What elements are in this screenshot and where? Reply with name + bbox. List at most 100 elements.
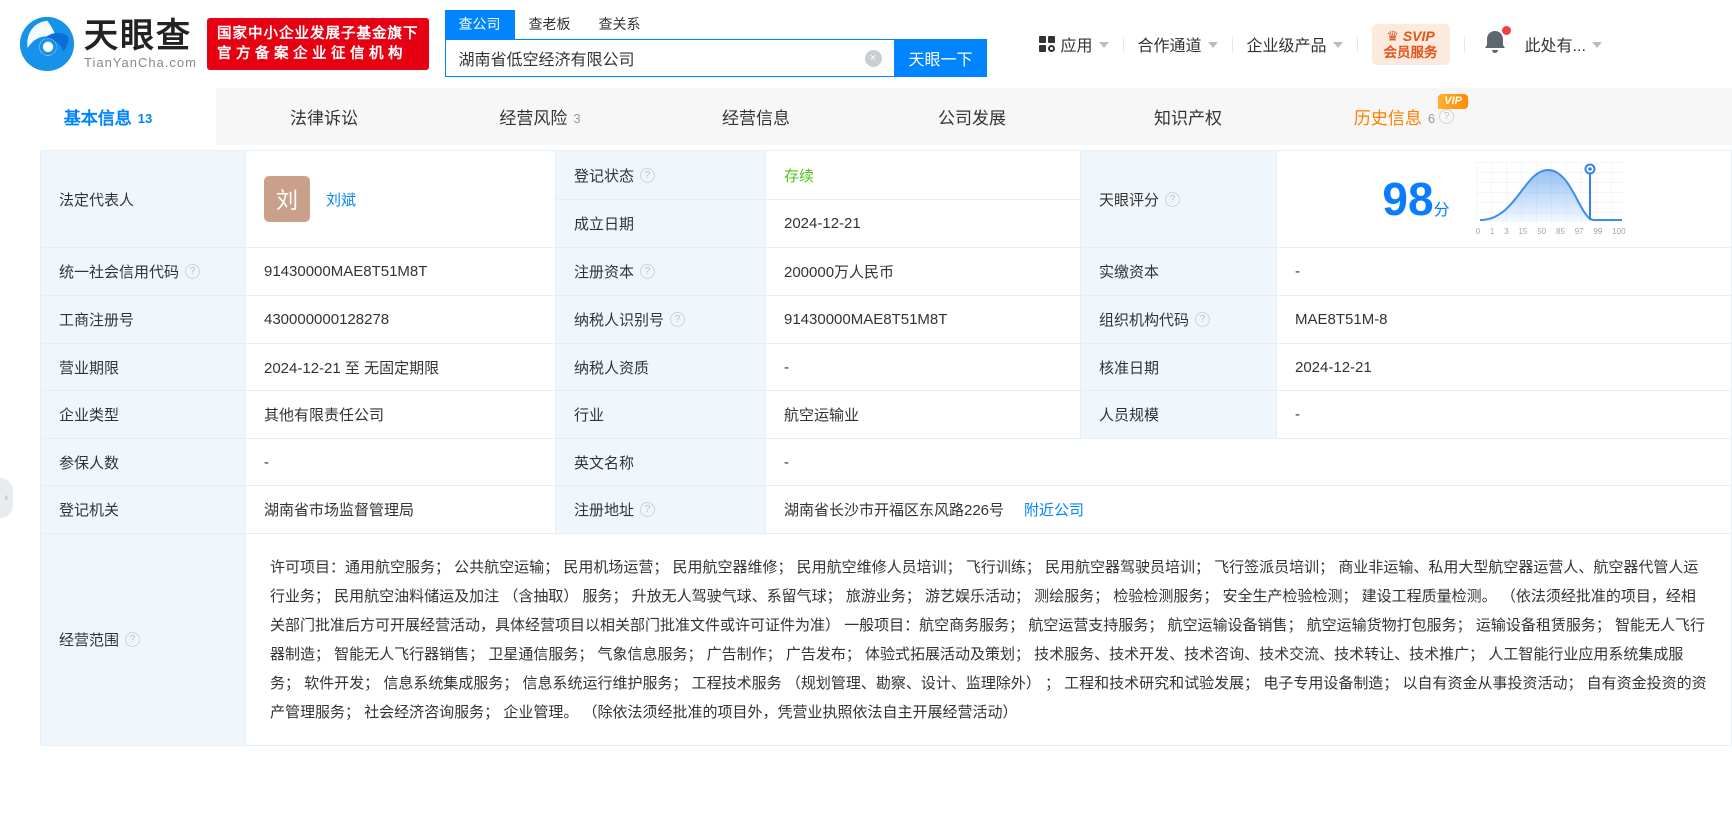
crown-icon: ♛ bbox=[1386, 27, 1399, 44]
tab-label: 法律诉讼 bbox=[290, 109, 358, 128]
divider bbox=[1231, 36, 1233, 52]
tab-company-development[interactable]: 公司发展 bbox=[864, 88, 1080, 145]
field-value: 91430000MAE8T51M8T bbox=[264, 263, 428, 280]
user-menu[interactable]: 此处有... bbox=[1525, 32, 1602, 56]
field-label: 工商注册号 bbox=[59, 312, 135, 329]
business-term-value-cell: 2024-12-21 至 无固定期限 bbox=[246, 344, 556, 391]
search-tab-boss[interactable]: 查老板 bbox=[515, 10, 585, 39]
notification-bell-button[interactable] bbox=[1483, 25, 1511, 60]
tianyancha-logo[interactable]: 天眼查 TianYanCha.com bbox=[18, 15, 197, 73]
search-tab-company[interactable]: 查公司 bbox=[444, 10, 515, 39]
brand-name: 天眼查 bbox=[84, 16, 192, 55]
establish-value-cell: 2024-12-21 bbox=[766, 200, 1081, 248]
nav-apps[interactable]: 应用 bbox=[1038, 32, 1109, 56]
top-header: 天眼查 TianYanCha.com 国家中小企业发展子基金旗下 官方备案企业征… bbox=[0, 0, 1732, 88]
help-icon[interactable]: ? bbox=[125, 632, 141, 647]
field-value: 430000000128278 bbox=[264, 311, 390, 328]
reg-status-value-cell: 存续 bbox=[766, 151, 1081, 200]
nav-partner[interactable]: 合作通道 bbox=[1138, 32, 1218, 56]
address-value-cell: 湖南省长沙市开福区东风路226号 附近公司 bbox=[766, 486, 1732, 534]
paid-capital-label-cell: 实缴资本 bbox=[1081, 248, 1277, 296]
approval-date-label-cell: 核准日期 bbox=[1081, 344, 1277, 391]
section-tabbar: 基本信息 13 法律诉讼 经营风险 3 经营信息 公司发展 知识产权 VIP 历… bbox=[0, 88, 1732, 145]
taxpayer-id-value-cell: 91430000MAE8T51M8T bbox=[766, 296, 1081, 344]
search-button[interactable]: 天眼一下 bbox=[894, 39, 987, 77]
tab-intellectual-property[interactable]: 知识产权 bbox=[1080, 88, 1296, 145]
field-value: 湖南省市场监督管理局 bbox=[264, 502, 415, 519]
reg-number-label-cell: 工商注册号 bbox=[41, 296, 246, 344]
tab-label: 公司发展 bbox=[938, 109, 1006, 128]
tab-label: 基本信息 bbox=[63, 109, 132, 128]
help-icon[interactable]: ? bbox=[640, 264, 656, 279]
field-label: 组织机构代码 bbox=[1099, 312, 1190, 329]
chevron-down-icon bbox=[1098, 42, 1109, 48]
tab-history-info[interactable]: VIP 历史信息 6 ? bbox=[1296, 88, 1512, 145]
company-type-value-cell: 其他有限责任公司 bbox=[246, 391, 556, 439]
taxpayer-quality-label-cell: 纳税人资质 bbox=[556, 344, 766, 391]
clear-icon[interactable]: × bbox=[864, 50, 882, 67]
nav-apps-label: 应用 bbox=[1060, 38, 1093, 55]
search-tab-relation[interactable]: 查关系 bbox=[585, 10, 655, 39]
field-label: 纳税人识别号 bbox=[574, 312, 665, 329]
divider bbox=[1463, 36, 1465, 52]
help-icon[interactable]: ? bbox=[640, 167, 656, 183]
basic-info-table: 法定代表人 刘 刘斌 登记状态 ? 存续 天眼评分 ? 98分 0 1 3 15… bbox=[40, 150, 1732, 746]
reg-capital-label-cell: 注册资本? bbox=[556, 248, 766, 296]
field-value: 2024-12-21 至 无固定期限 bbox=[264, 359, 440, 377]
nav-partner-label: 合作通道 bbox=[1137, 38, 1202, 55]
field-value: - bbox=[784, 453, 789, 471]
help-icon[interactable]: ? bbox=[1195, 312, 1211, 327]
tab-count: 13 bbox=[137, 110, 153, 126]
org-code-value-cell: MAE8T51M-8 bbox=[1277, 296, 1732, 344]
help-icon[interactable]: ? bbox=[640, 502, 656, 517]
help-icon[interactable]: ? bbox=[1165, 191, 1181, 207]
field-label: 登记状态 bbox=[574, 167, 635, 185]
org-code-label-cell: 组织机构代码? bbox=[1081, 296, 1277, 344]
field-value: 200000万人民币 bbox=[784, 264, 895, 281]
credit-code-label-cell: 统一社会信用代码? bbox=[41, 248, 246, 296]
sidebar-collapse-handle[interactable]: ‹ bbox=[0, 478, 13, 518]
insured-count-label-cell: 参保人数 bbox=[41, 439, 246, 486]
tab-label: 历史信息 bbox=[1353, 109, 1422, 128]
divider bbox=[1122, 36, 1124, 52]
field-value: 其他有限责任公司 bbox=[264, 407, 385, 424]
business-scope-label-cell: 经营范围? bbox=[41, 534, 246, 746]
tab-basic-info[interactable]: 基本信息 13 bbox=[0, 88, 216, 145]
credit-code-value-cell: 91430000MAE8T51M8T bbox=[246, 248, 556, 296]
help-icon[interactable]: ? bbox=[670, 312, 686, 327]
tab-label: 经营信息 bbox=[722, 109, 790, 128]
notification-dot bbox=[1501, 25, 1511, 35]
address-text: 湖南省长沙市开福区东风路226号 bbox=[784, 502, 1005, 519]
legal-rep-name-link[interactable]: 刘斌 bbox=[326, 189, 356, 210]
nearby-companies-link[interactable]: 附近公司 bbox=[1024, 499, 1084, 520]
legal-rep-avatar[interactable]: 刘 bbox=[264, 176, 310, 222]
field-value: - bbox=[784, 358, 789, 376]
tab-business-info[interactable]: 经营信息 bbox=[648, 88, 864, 145]
field-label: 登记机关 bbox=[59, 502, 120, 519]
staff-size-value-cell: - bbox=[1277, 391, 1732, 439]
legal-rep-label-cell: 法定代表人 bbox=[41, 151, 246, 248]
nav-enterprise[interactable]: 企业级产品 bbox=[1247, 32, 1343, 56]
paid-capital-value-cell: - bbox=[1277, 248, 1732, 296]
field-value: - bbox=[1295, 406, 1300, 423]
address-label-cell: 注册地址? bbox=[556, 486, 766, 534]
logo-swirl-icon bbox=[19, 16, 75, 72]
chevron-down-icon bbox=[1332, 42, 1343, 48]
help-icon[interactable]: ? bbox=[1439, 109, 1455, 124]
reg-capital-value-cell: 200000万人民币 bbox=[766, 248, 1081, 296]
registry-authority-value-cell: 湖南省市场监督管理局 bbox=[246, 486, 556, 534]
field-label: 人员规模 bbox=[1099, 407, 1160, 424]
svip-member-button[interactable]: ♛ SVIP 会员服务 bbox=[1371, 23, 1450, 65]
certification-line2: 官方备案企业征信机构 bbox=[217, 46, 407, 62]
header-nav: 应用 合作通道 企业级产品 ♛ SVIP 会员服务 此处有... bbox=[1038, 23, 1602, 65]
help-icon[interactable]: ? bbox=[185, 264, 201, 279]
tab-operating-risk[interactable]: 经营风险 3 bbox=[432, 88, 648, 145]
search-input[interactable] bbox=[445, 40, 894, 76]
field-label: 营业期限 bbox=[59, 359, 120, 377]
field-label: 法定代表人 bbox=[59, 191, 135, 209]
tab-legal-proceedings[interactable]: 法律诉讼 bbox=[216, 88, 432, 145]
brand-domain: TianYanCha.com bbox=[84, 54, 197, 70]
field-label: 注册资本 bbox=[574, 264, 635, 281]
english-name-label-cell: 英文名称 bbox=[556, 439, 766, 486]
field-value: 2024-12-21 bbox=[1295, 358, 1372, 376]
